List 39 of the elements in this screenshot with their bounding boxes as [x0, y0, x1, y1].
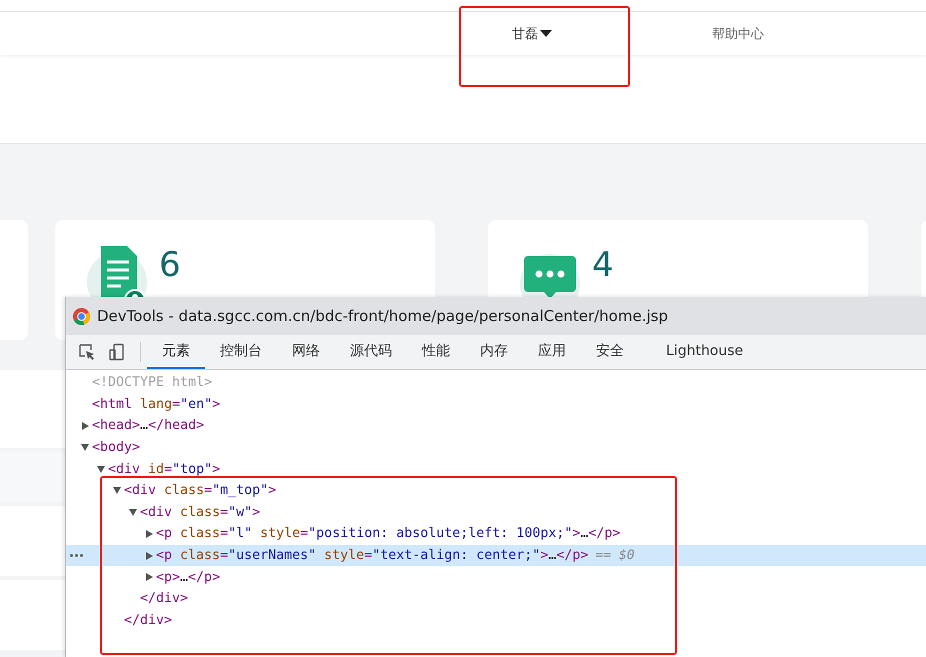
dom-node[interactable]: <div id="top">: [108, 462, 220, 477]
caret-icon: [540, 30, 552, 37]
nav-link[interactable]: 帮助中心: [712, 24, 764, 42]
collapse-arrow-icon[interactable]: [129, 508, 137, 516]
closing-tag: </div>: [140, 591, 188, 606]
dom-node[interactable]: <p class="userNames" style="text-align: center;">…</p>: [156, 548, 588, 564]
devtools-tab[interactable]: 源代码: [335, 335, 407, 369]
dom-node[interactable]: <p>…</p>: [156, 570, 220, 585]
dom-node[interactable]: <div class="m_top">: [124, 483, 276, 498]
devtools-tab[interactable]: 性能: [407, 335, 465, 369]
collapse-arrow-icon[interactable]: [97, 466, 105, 473]
more-icon[interactable]: [70, 554, 83, 557]
device-toggle-icon[interactable]: [108, 343, 126, 361]
browser-logo-icon: [72, 306, 91, 326]
closing-tag: </div>: [124, 612, 172, 628]
dom-node[interactable]: <p class="l" style="position: absolute;left: 100px;">…</p>: [156, 526, 620, 542]
devtools-tab[interactable]: 安全: [581, 335, 639, 369]
expand-arrow-icon[interactable]: [146, 573, 152, 582]
dom-node[interactable]: <body>: [92, 440, 140, 456]
inspect-icon[interactable]: [78, 343, 96, 361]
window-title: DevTools - data.sgcc.com.cn/bdc-front/home/page/personalCenter/home.jsp: [97, 307, 668, 325]
devtools-tab[interactable]: 控制台: [205, 335, 277, 369]
dom-node[interactable]: <head>…</head>: [92, 418, 204, 434]
selected-marker: == $0: [595, 548, 635, 564]
devtools-tab[interactable]: Lighthouse: [651, 335, 758, 369]
devtools-tab[interactable]: 元素: [147, 335, 205, 369]
dom-node[interactable]: <html lang="en">: [92, 396, 220, 412]
expand-arrow-icon[interactable]: [146, 530, 152, 538]
user-menu[interactable]: 甘磊: [512, 24, 712, 42]
stat-value: 4: [592, 248, 614, 282]
devtools-tab[interactable]: 应用: [523, 335, 581, 369]
expand-arrow-icon[interactable]: [146, 552, 152, 560]
devtools-tab[interactable]: 网络: [277, 335, 335, 369]
stat-value: 6: [159, 248, 181, 282]
devtools-tab[interactable]: 内存: [465, 335, 523, 369]
collapse-arrow-icon[interactable]: [113, 487, 121, 494]
expand-arrow-icon[interactable]: [82, 422, 88, 430]
collapse-arrow-icon[interactable]: [81, 444, 89, 452]
dom-node[interactable]: <div class="w">: [140, 504, 260, 520]
